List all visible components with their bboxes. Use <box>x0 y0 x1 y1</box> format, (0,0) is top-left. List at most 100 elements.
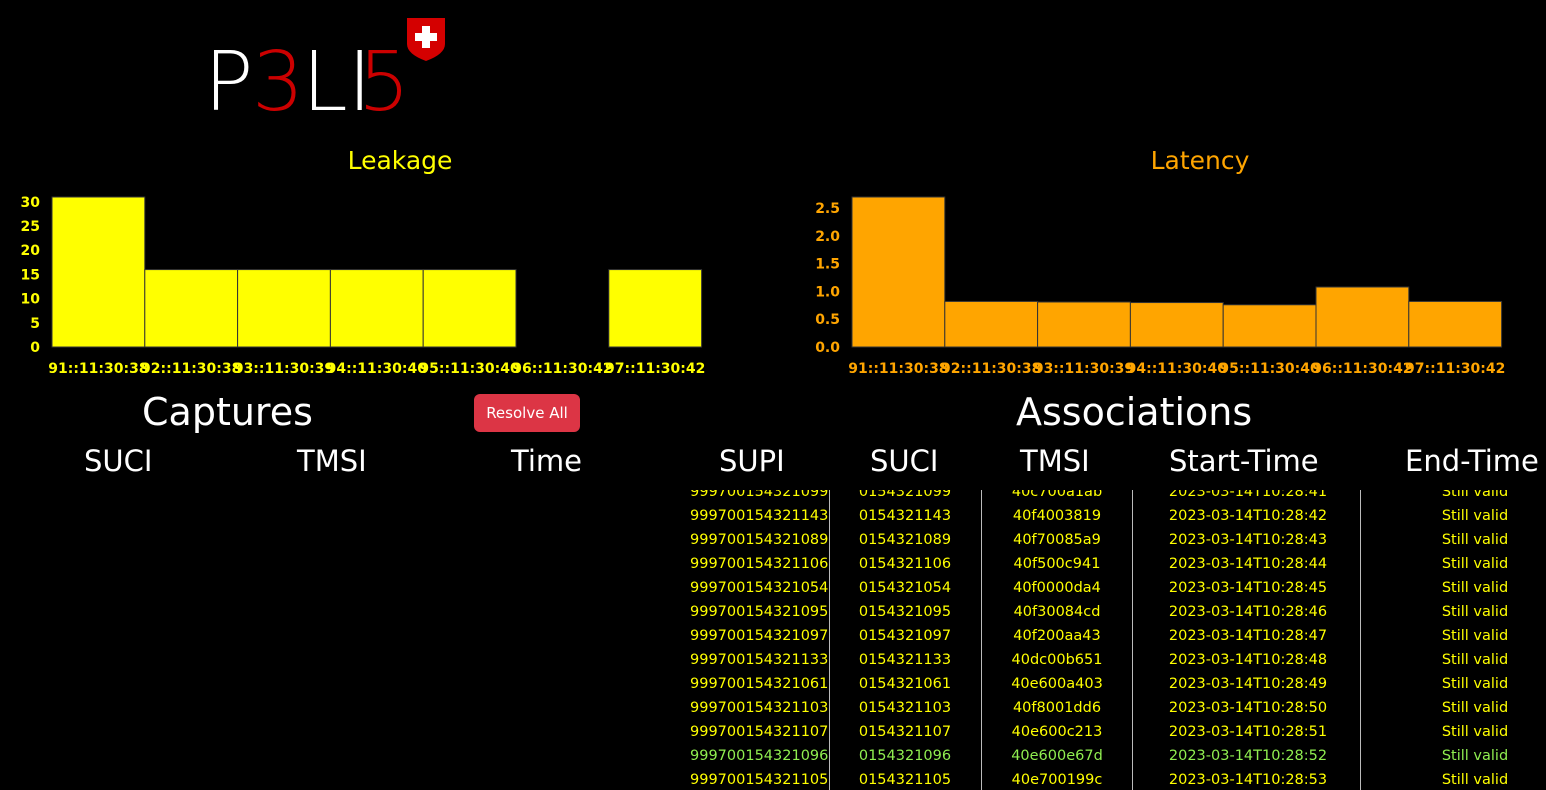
end-time-cell: Still valid <box>1441 604 1509 620</box>
leakage-y-tick-label: 30 <box>21 195 41 211</box>
latency-x-tick-label: 94::11:30:40 <box>1127 361 1228 377</box>
suci-cell: 0154321133 <box>858 652 952 668</box>
tmsi-cell: 40f200aa43 <box>1013 628 1101 644</box>
end-time-cell: Still valid <box>1441 748 1509 764</box>
latency-y-tick-label: 0.0 <box>815 340 840 356</box>
latency-bar <box>1222 304 1317 348</box>
associations-header-suci: SUCI <box>870 444 939 478</box>
end-time-cell: Still valid <box>1441 556 1509 572</box>
association-row: 999700154321054 0154321054 40f0000da4 2023-… <box>680 576 1546 600</box>
logo-digit-3: 3 <box>252 35 304 124</box>
suci-cell: 0154321099 <box>858 490 952 500</box>
latency-x-tick-label: 97::11:30:42 <box>1405 361 1505 377</box>
associations-header-tmsi: TMSI <box>1020 444 1090 478</box>
leakage-chart-title: Leakage <box>347 146 453 175</box>
swiss-flag-icon <box>407 18 445 61</box>
supi-cell: 999700154321095 <box>690 604 829 620</box>
latency-y-tick-label: 1.0 <box>815 284 840 300</box>
leakage-y-tick-label: 5 <box>30 316 40 332</box>
associations-title: Associations <box>1016 390 1253 434</box>
tmsi-cell: 40c700a1ab <box>1011 490 1103 500</box>
start-time-cell: 2023-03-14T10:28:50 <box>1168 700 1328 716</box>
leakage-x-tick-label: 92::11:30:38 <box>141 361 241 377</box>
start-time-cell: 2023-03-14T10:28:53 <box>1168 772 1328 788</box>
latency-y-tick-label: 2.0 <box>815 229 840 245</box>
start-time-cell: 2023-03-14T10:28:41 <box>1168 490 1328 500</box>
p3li5-logo: P 3 LI 5 <box>204 18 445 124</box>
leakage-x-tick-label: 94::11:30:40 <box>327 361 428 377</box>
start-time-cell: 2023-03-14T10:28:43 <box>1168 532 1328 548</box>
supi-cell: 999700154321096 <box>690 748 829 764</box>
resolve-all-button[interactable]: Resolve All <box>474 394 580 432</box>
tmsi-cell: 40f70085a9 <box>1013 532 1101 548</box>
associations-table[interactable]: 999700154321099 0154321099 40c700a1ab 2023-… <box>680 490 1546 790</box>
associations-table-body: 999700154321099 0154321099 40c700a1ab 2023-… <box>680 490 1546 790</box>
tmsi-cell: 40e700199c <box>1011 772 1103 788</box>
latency-bar-chart: 0.0 0.5 1.0 1.5 2.0 2.591::11:30:3892::11:30:… <box>815 196 1505 377</box>
start-time-cell: 2023-03-14T10:28:48 <box>1168 652 1328 668</box>
supi-cell: 999700154321054 <box>690 580 829 596</box>
association-row: 999700154321061 0154321061 40e600a403 2023-… <box>680 672 1546 696</box>
logo-letter-p: P <box>204 35 253 124</box>
latency-bar <box>851 196 946 348</box>
latency-bar <box>1408 300 1503 348</box>
supi-cell: 999700154321106 <box>690 556 829 572</box>
leakage-bar-chart: 0 5 10 15 20 25 3091::11:30:3892::11:30:3893::… <box>21 195 706 377</box>
suci-cell: 0154321097 <box>858 628 952 644</box>
latency-y-tick-label: 2.5 <box>815 201 840 217</box>
supi-cell: 999700154321089 <box>690 532 829 548</box>
suci-cell: 0154321061 <box>858 676 952 692</box>
leakage-bar <box>51 196 146 348</box>
leakage-x-tick-label: 91::11:30:38 <box>48 361 148 377</box>
start-time-cell: 2023-03-14T10:28:52 <box>1168 748 1328 764</box>
latency-chart-title: Latency <box>1150 146 1250 175</box>
captures-header-suci: SUCI <box>84 444 153 478</box>
latency-bar <box>944 300 1039 348</box>
start-time-cell: 2023-03-14T10:28:42 <box>1168 508 1328 524</box>
suci-cell: 0154321103 <box>858 700 952 716</box>
latency-x-tick-label: 96::11:30:42 <box>1312 361 1412 377</box>
end-time-cell: Still valid <box>1441 652 1509 668</box>
tmsi-cell: 40f30084cd <box>1013 604 1101 620</box>
associations-header-start-time: Start-Time <box>1169 444 1319 478</box>
latency-bar <box>1129 302 1224 348</box>
latency-bar <box>1315 286 1410 348</box>
tmsi-cell: 40e600e67d <box>1011 748 1103 764</box>
end-time-cell: Still valid <box>1441 628 1509 644</box>
tmsi-cell: 40f4003819 <box>1012 508 1102 524</box>
start-time-cell: 2023-03-14T10:28:49 <box>1168 676 1328 692</box>
associations-header-end-time: End-Time <box>1405 444 1539 478</box>
leakage-bar <box>329 269 424 348</box>
leakage-y-tick-label: 20 <box>21 243 41 259</box>
end-time-cell: Still valid <box>1441 724 1509 740</box>
supi-cell: 999700154321143 <box>690 508 829 524</box>
tmsi-cell: 40f8001dd6 <box>1012 700 1102 716</box>
leakage-bar <box>608 269 703 348</box>
leakage-y-tick-label: 15 <box>21 267 40 283</box>
suci-cell: 0154321106 <box>858 556 952 572</box>
leakage-y-tick-label: 10 <box>21 292 41 308</box>
leakage-bar <box>422 269 517 348</box>
association-row: 999700154321103 0154321103 40f8001dd6 2023-… <box>680 696 1546 720</box>
leakage-x-tick-label: 97::11:30:42 <box>605 361 705 377</box>
association-row: 999700154321096 0154321096 40e600e67d 2023-… <box>680 744 1546 768</box>
start-time-cell: 2023-03-14T10:28:44 <box>1168 556 1328 572</box>
captures-header-tmsi: TMSI <box>297 444 367 478</box>
association-row: 999700154321105 0154321105 40e700199c 2023-… <box>680 768 1546 790</box>
latency-x-tick-label: 95::11:30:40 <box>1219 361 1320 377</box>
association-row: 999700154321095 0154321095 40f30084cd 2023-… <box>680 600 1546 624</box>
start-time-cell: 2023-03-14T10:28:51 <box>1168 724 1328 740</box>
association-row: 999700154321143 0154321143 40f4003819 2023-… <box>680 504 1546 528</box>
suci-cell: 0154321089 <box>858 532 952 548</box>
latency-x-tick-label: 93::11:30:39 <box>1034 361 1134 377</box>
supi-cell: 999700154321097 <box>690 628 829 644</box>
supi-cell: 999700154321061 <box>690 676 829 692</box>
suci-cell: 0154321095 <box>858 604 952 620</box>
latency-y-tick-label: 1.5 <box>815 257 840 273</box>
suci-cell: 0154321054 <box>858 580 952 596</box>
tmsi-cell: 40f0000da4 <box>1013 580 1101 596</box>
logo-digit-5: 5 <box>358 35 410 124</box>
end-time-cell: Still valid <box>1441 676 1509 692</box>
association-row: 999700154321099 0154321099 40c700a1ab 2023-… <box>680 490 1546 504</box>
tmsi-cell: 40e600c213 <box>1011 724 1103 740</box>
